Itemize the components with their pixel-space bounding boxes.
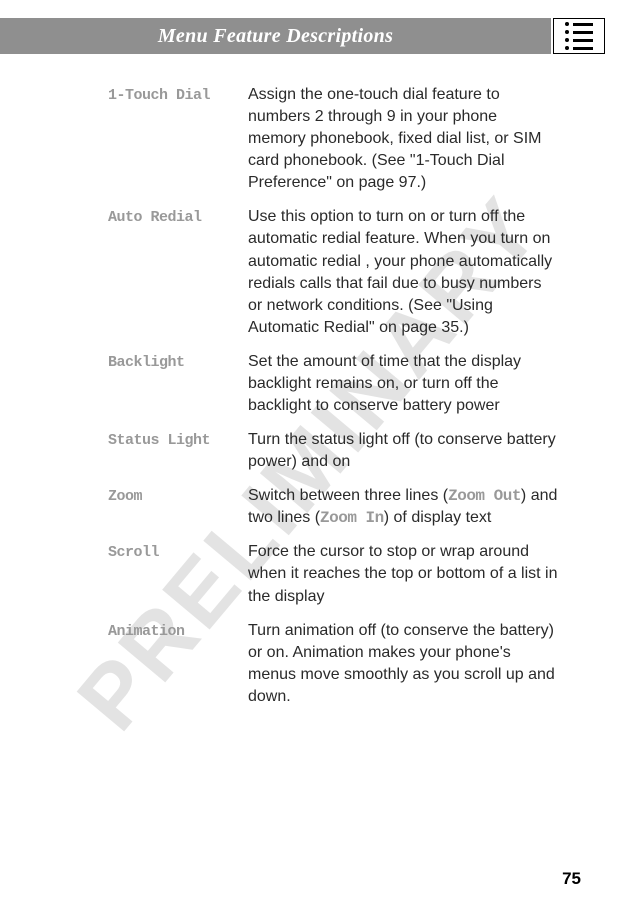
- definition-item: Status Light Turn the status light off (…: [108, 429, 559, 473]
- definition-item: 1-Touch Dial Assign the one-touch dial f…: [108, 84, 559, 194]
- header-bar: Menu Feature Descriptions: [0, 18, 619, 54]
- term-description: Assign the one-touch dial feature to num…: [248, 84, 559, 194]
- inline-mono: Zoom Out: [448, 487, 521, 505]
- term-label: Scroll: [108, 541, 248, 563]
- definition-item: Scroll Force the cursor to stop or wrap …: [108, 541, 559, 607]
- header-title: Menu Feature Descriptions: [0, 18, 551, 54]
- term-description: Force the cursor to stop or wrap around …: [248, 541, 559, 607]
- term-description: Turn the status light off (to conserve b…: [248, 429, 559, 473]
- content-area: 1-Touch Dial Assign the one-touch dial f…: [0, 54, 619, 708]
- list-icon: [565, 22, 593, 50]
- inline-mono: Zoom In: [320, 509, 384, 527]
- term-description: Switch between three lines (Zoom Out) an…: [248, 485, 559, 529]
- term-label: Auto Redial: [108, 206, 248, 228]
- term-label: Backlight: [108, 351, 248, 373]
- definition-item: Animation Turn animation off (to conserv…: [108, 620, 559, 708]
- term-description: Set the amount of time that the display …: [248, 351, 559, 417]
- definition-item: Backlight Set the amount of time that th…: [108, 351, 559, 417]
- list-icon-box: [553, 18, 605, 54]
- term-label: Animation: [108, 620, 248, 642]
- term-description: Use this option to turn on or turn off t…: [248, 206, 559, 338]
- definition-item: Zoom Switch between three lines (Zoom Ou…: [108, 485, 559, 529]
- term-label: Status Light: [108, 429, 248, 451]
- definition-item: Auto Redial Use this option to turn on o…: [108, 206, 559, 338]
- term-description: Turn animation off (to conserve the batt…: [248, 620, 559, 708]
- page-number: 75: [562, 869, 581, 889]
- term-label: Zoom: [108, 485, 248, 507]
- term-label: 1-Touch Dial: [108, 84, 248, 106]
